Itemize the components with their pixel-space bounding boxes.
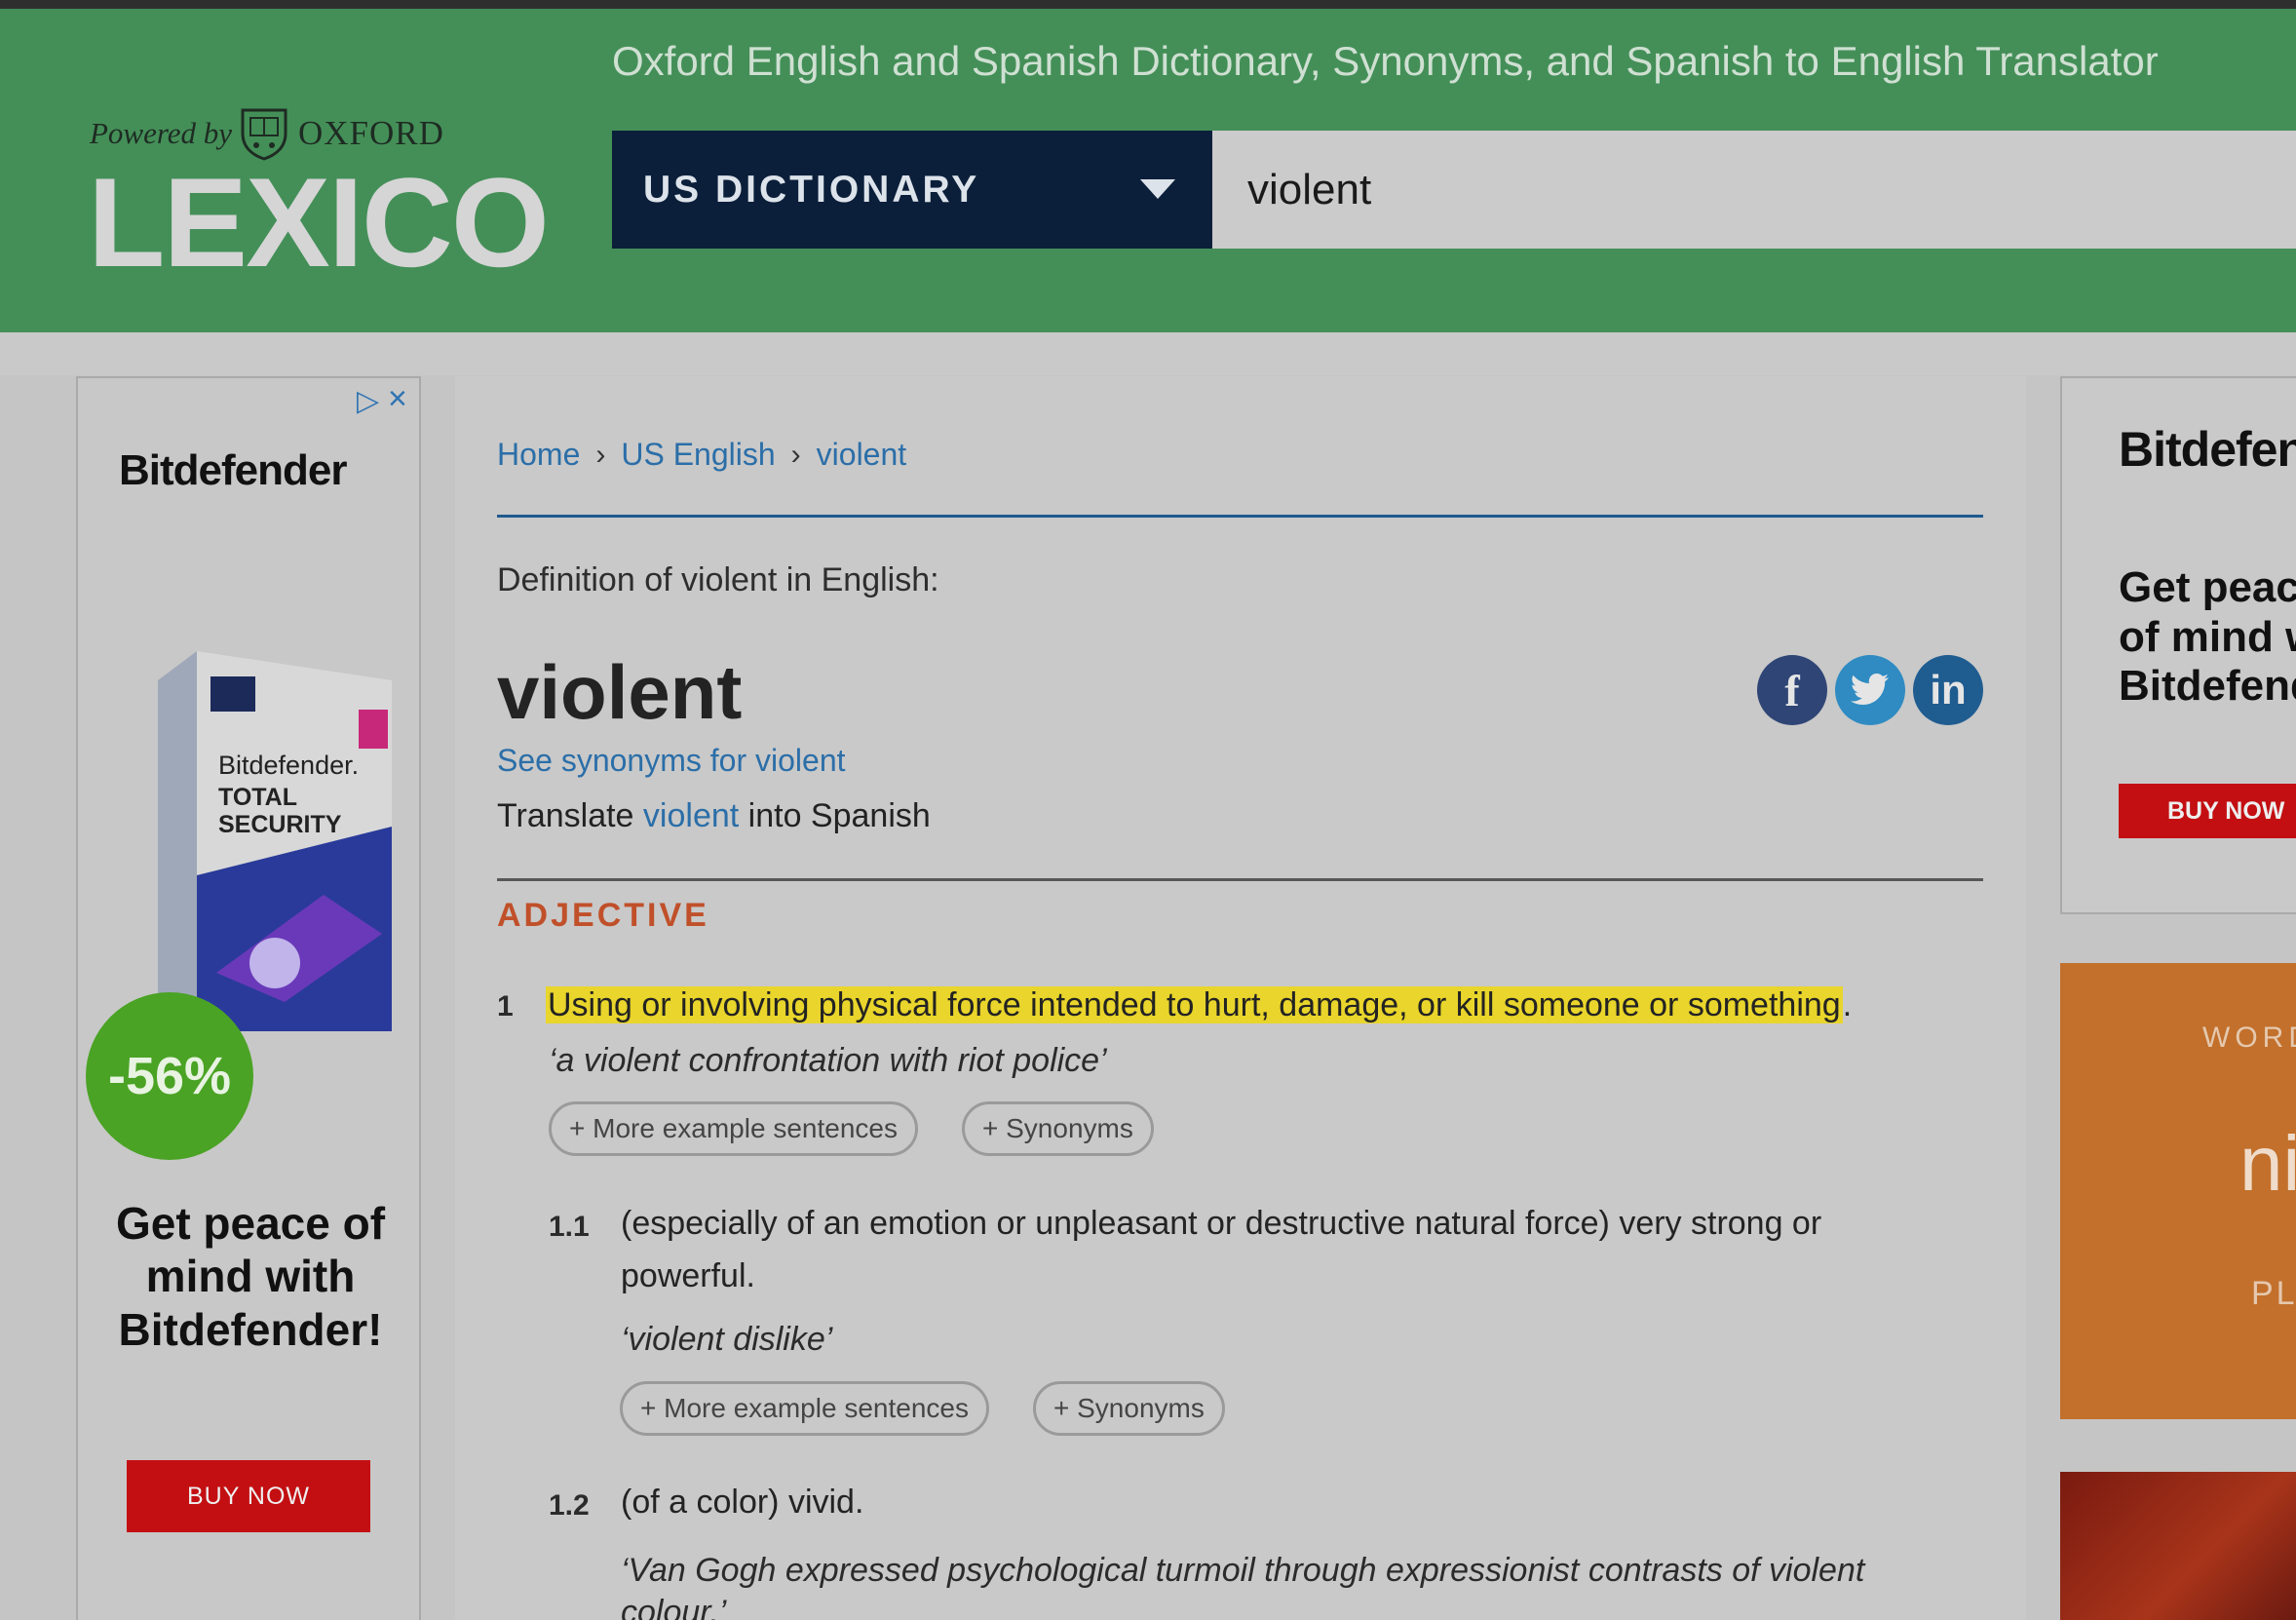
twitter-share-button[interactable] <box>1835 655 1905 725</box>
definition-of-label: Definition of violent in English: <box>497 561 939 598</box>
powered-by-text: Powered by <box>90 116 233 150</box>
part-of-speech: ADJECTIVE <box>497 897 709 934</box>
ad-brand: Bitdefender <box>2119 422 2296 477</box>
translate-suffix: into Spanish <box>747 797 931 834</box>
left-ad[interactable]: ▷ × Bitdefender Bitdefender. TOTAL SECUR… <box>76 376 421 1620</box>
adchoices-icon[interactable]: ▷ <box>357 384 379 418</box>
ad-headline-line: Bitdefender! <box>2119 662 2296 711</box>
ad-headline: Get peace of mind with Bitdefender! <box>2119 563 2296 712</box>
translate-line: Translate violent into Spanish <box>497 797 931 835</box>
promo-banner[interactable] <box>2060 1472 2296 1620</box>
breadcrumb-home[interactable]: Home <box>497 437 580 473</box>
sense-number: 1 <box>497 990 514 1022</box>
site-header: Oxford English and Spanish Dictionary, S… <box>0 9 2296 332</box>
linkedin-icon: in <box>1930 667 1967 713</box>
sense-definition: Using or involving physical force intend… <box>546 986 1853 1023</box>
more-example-sentences-button[interactable]: + More example sentences <box>549 1101 918 1156</box>
ad-headline-line: of mind with <box>2119 612 2296 661</box>
see-synonyms-link[interactable]: See synonyms for violent <box>497 743 846 779</box>
sense-number: 1.1 <box>549 1211 590 1243</box>
wotd-label: WORD OF THE DAY <box>2202 1022 2296 1054</box>
ad-headline: Get peace of mind with Bitdefender! <box>115 1198 386 1355</box>
sense-number: 1.2 <box>549 1489 590 1522</box>
linkedin-share-button[interactable]: in <box>1913 655 1983 725</box>
sense-definition: (especially of an emotion or unpleasant … <box>621 1205 1822 1295</box>
sense-definition: (of a color) vivid. <box>621 1484 864 1521</box>
headword: violent <box>497 649 743 735</box>
wotd-word: nimbus <box>2239 1120 2296 1207</box>
product-box-icon: Bitdefender. TOTAL SECURITY <box>138 651 392 1051</box>
example-sentence: ‘a violent confrontation with riot polic… <box>549 1042 1107 1079</box>
caret-down-icon <box>1140 179 1175 199</box>
breadcrumb-current[interactable]: violent <box>817 437 907 473</box>
oxford-wordmark: OXFORD <box>298 114 444 152</box>
svg-text:TOTAL: TOTAL <box>218 784 297 811</box>
header-strip <box>0 332 2296 375</box>
ad-headline-line: Get peace <box>2119 563 2296 611</box>
divider <box>497 878 1983 881</box>
search-input[interactable] <box>1212 131 2296 249</box>
buy-now-button[interactable]: BUY NOW <box>2119 784 2296 838</box>
word-of-the-day-card[interactable]: WORD OF THE DAY nimbus PLAY <box>2060 963 2296 1419</box>
breadcrumb: Home › US English › violent <box>497 437 906 473</box>
right-ad[interactable]: Bitdefender Get peace of mind with Bitde… <box>2060 376 2296 914</box>
dictionary-select-label: US DICTIONARY <box>643 168 980 211</box>
example-sentence: ‘Van Gogh expressed psychological turmoi… <box>621 1552 1865 1620</box>
highlighted-definition[interactable]: Using or involving physical force intend… <box>546 986 1843 1023</box>
lexico-wordmark: LEXICO <box>88 151 550 293</box>
facebook-icon: f <box>1784 665 1800 715</box>
buy-now-button[interactable]: BUY NOW <box>127 1460 370 1532</box>
top-bar <box>0 0 2296 9</box>
twitter-icon <box>1851 674 1889 706</box>
lexico-logo[interactable]: Powered by OXFORD LEXICO <box>88 96 575 291</box>
wotd-play[interactable]: PLAY <box>2251 1275 2296 1313</box>
ad-brand: Bitdefender <box>119 446 347 494</box>
svg-text:Bitdefender.: Bitdefender. <box>218 751 359 780</box>
close-icon[interactable]: × <box>388 380 407 418</box>
chevron-right-icon: › <box>790 438 801 471</box>
translate-prefix: Translate <box>497 797 634 834</box>
facebook-share-button[interactable]: f <box>1757 655 1827 725</box>
synonyms-button[interactable]: + Synonyms <box>1033 1381 1225 1436</box>
chevron-right-icon: › <box>595 438 606 471</box>
discount-badge: -56% <box>86 992 253 1160</box>
example-sentence: ‘violent dislike’ <box>621 1321 833 1358</box>
more-example-sentences-button[interactable]: + More example sentences <box>620 1381 989 1436</box>
svg-text:SECURITY: SECURITY <box>218 811 342 838</box>
breadcrumb-us-english[interactable]: US English <box>621 437 775 473</box>
translate-link[interactable]: violent <box>643 797 739 834</box>
divider <box>497 515 1983 518</box>
dictionary-select[interactable]: US DICTIONARY <box>612 131 1212 249</box>
site-tagline: Oxford English and Spanish Dictionary, S… <box>612 38 2159 84</box>
synonyms-button[interactable]: + Synonyms <box>962 1101 1154 1156</box>
main-content: Home › US English › violent Definition o… <box>455 376 2026 1620</box>
